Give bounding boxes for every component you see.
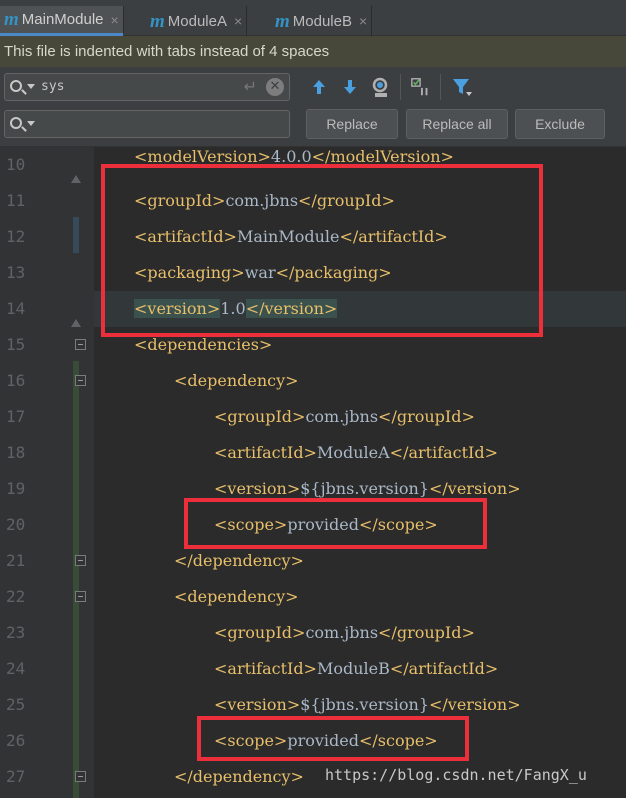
code-line[interactable]: <version>${jbns.version}</version> — [214, 479, 521, 499]
chevron-down-icon[interactable] — [27, 84, 35, 89]
xml-tag: </groupId> — [378, 407, 475, 426]
line-number: 13 — [6, 263, 26, 282]
code-text: ModuleB — [316, 659, 390, 678]
line-number: 21 — [6, 551, 26, 570]
fold-toggle-icon[interactable] — [75, 771, 86, 782]
fold-toggle-icon[interactable] — [75, 339, 86, 350]
code-line[interactable]: </dependency> — [174, 551, 304, 571]
xml-tag: </artifactId> — [389, 443, 499, 462]
xml-tag: <dependency> — [174, 371, 299, 390]
toolbar-divider — [400, 74, 401, 100]
code-text: com.jbns — [305, 623, 379, 642]
arrow-up-icon[interactable] — [308, 76, 330, 98]
code-line[interactable]: <dependencies> — [134, 335, 272, 355]
exclude-button[interactable]: Exclude — [515, 109, 605, 139]
code-line[interactable]: <groupId>com.jbns</groupId> — [214, 407, 475, 427]
search-icon[interactable] — [10, 117, 22, 129]
line-number: 17 — [6, 407, 26, 426]
tab-label: MainModule — [21, 11, 104, 28]
maven-module-icon: m — [4, 9, 19, 30]
xml-tag: </dependency> — [174, 551, 304, 570]
maven-module-icon: m — [275, 10, 290, 32]
fold-toggle-icon[interactable] — [75, 591, 86, 602]
xml-tag: <artifactId> — [214, 659, 317, 678]
tab-label: ModuleA — [167, 12, 227, 30]
xml-tag: <dependencies> — [134, 335, 273, 354]
xml-tag: <groupId> — [214, 623, 306, 642]
tab-mainmodule[interactable]: m MainModule × — [0, 6, 124, 36]
fold-marker-icon[interactable] — [71, 175, 81, 183]
replace-field[interactable] — [4, 110, 290, 138]
line-number: 20 — [6, 515, 26, 534]
code-line[interactable]: <version>${jbns.version}</version> — [214, 695, 521, 715]
indentation-notification: This file is indented with tabs instead … — [0, 36, 626, 67]
find-all-icon[interactable] — [370, 76, 392, 98]
code-line[interactable]: </dependency> — [174, 767, 304, 787]
line-number: 25 — [6, 695, 26, 714]
search-icon[interactable] — [10, 80, 22, 92]
search-field[interactable]: sys ↵ ✕ — [4, 73, 290, 101]
change-marker — [73, 217, 79, 253]
clear-search-icon[interactable]: ✕ — [266, 78, 284, 96]
xml-tag: <dependency> — [174, 587, 299, 606]
line-number: 15 — [6, 335, 26, 354]
line-number: 23 — [6, 623, 26, 642]
line-number: 11 — [6, 191, 26, 210]
line-number: 24 — [6, 659, 26, 678]
chevron-down-icon[interactable] — [27, 121, 35, 126]
fold-toggle-icon[interactable] — [75, 375, 86, 386]
watermark-text: https://blog.csdn.net/FangX_u — [325, 766, 587, 784]
maven-module-icon: m — [150, 10, 165, 32]
select-all-occurrences-icon[interactable] — [410, 76, 432, 98]
search-input[interactable]: sys — [41, 79, 64, 94]
xml-tag: </version> — [429, 695, 521, 714]
line-number: 19 — [6, 479, 26, 498]
xml-tag: <version> — [214, 479, 301, 498]
xml-tag: </version> — [429, 479, 521, 498]
highlight-box-scope-moduleb — [197, 716, 469, 761]
line-number: 18 — [6, 443, 26, 462]
fold-toggle-icon[interactable] — [75, 555, 86, 566]
new-line-icon[interactable]: ↵ — [244, 77, 257, 96]
replace-button[interactable]: Replace — [306, 109, 398, 139]
xml-tag: <artifactId> — [214, 443, 317, 462]
close-icon[interactable]: × — [359, 13, 367, 29]
code-text: ${jbns.version} — [300, 695, 429, 714]
change-marker — [73, 361, 79, 798]
line-number: 14 — [6, 299, 26, 318]
code-line[interactable]: <dependency> — [174, 587, 299, 607]
highlight-box-scope-modulea — [184, 498, 487, 549]
code-text: com.jbns — [305, 407, 379, 426]
code-line[interactable]: <dependency> — [174, 371, 299, 391]
line-number: 22 — [6, 587, 26, 606]
code-text: ModuleA — [316, 443, 390, 462]
code-text: ${jbns.version} — [300, 479, 429, 498]
highlight-box-project-coordinates — [101, 164, 543, 337]
code-editor[interactable]: 10 <modelVersion>4.0.0</modelVersion> 11 <g… — [0, 147, 626, 798]
close-icon[interactable]: × — [234, 13, 242, 29]
xml-tag: </dependency> — [174, 767, 304, 786]
tab-modulea[interactable]: m ModuleA × — [146, 6, 248, 36]
xml-tag: <groupId> — [214, 407, 306, 426]
close-icon[interactable]: × — [111, 12, 119, 28]
filter-icon[interactable] — [451, 76, 473, 98]
code-line[interactable]: <artifactId>ModuleB</artifactId> — [214, 659, 498, 679]
xml-tag: </artifactId> — [389, 659, 499, 678]
xml-tag: <version> — [214, 695, 301, 714]
replace-all-button[interactable]: Replace all — [406, 109, 508, 139]
code-line[interactable]: <artifactId>ModuleA</artifactId> — [214, 443, 498, 463]
code-line[interactable]: <groupId>com.jbns</groupId> — [214, 623, 475, 643]
toolbar-divider — [440, 74, 441, 100]
tab-label: ModuleB — [292, 12, 352, 30]
tab-moduleb[interactable]: m ModuleB × — [271, 6, 373, 36]
arrow-down-icon[interactable] — [339, 76, 361, 98]
line-number: 10 — [6, 155, 26, 174]
line-number: 12 — [6, 227, 26, 246]
editor-tab-bar: m MainModule × m ModuleA × m ModuleB × — [0, 0, 626, 36]
fold-marker-icon[interactable] — [71, 319, 81, 327]
line-number: 26 — [6, 731, 26, 750]
xml-tag: </groupId> — [378, 623, 475, 642]
line-number: 16 — [6, 371, 26, 390]
line-number: 27 — [6, 767, 26, 786]
